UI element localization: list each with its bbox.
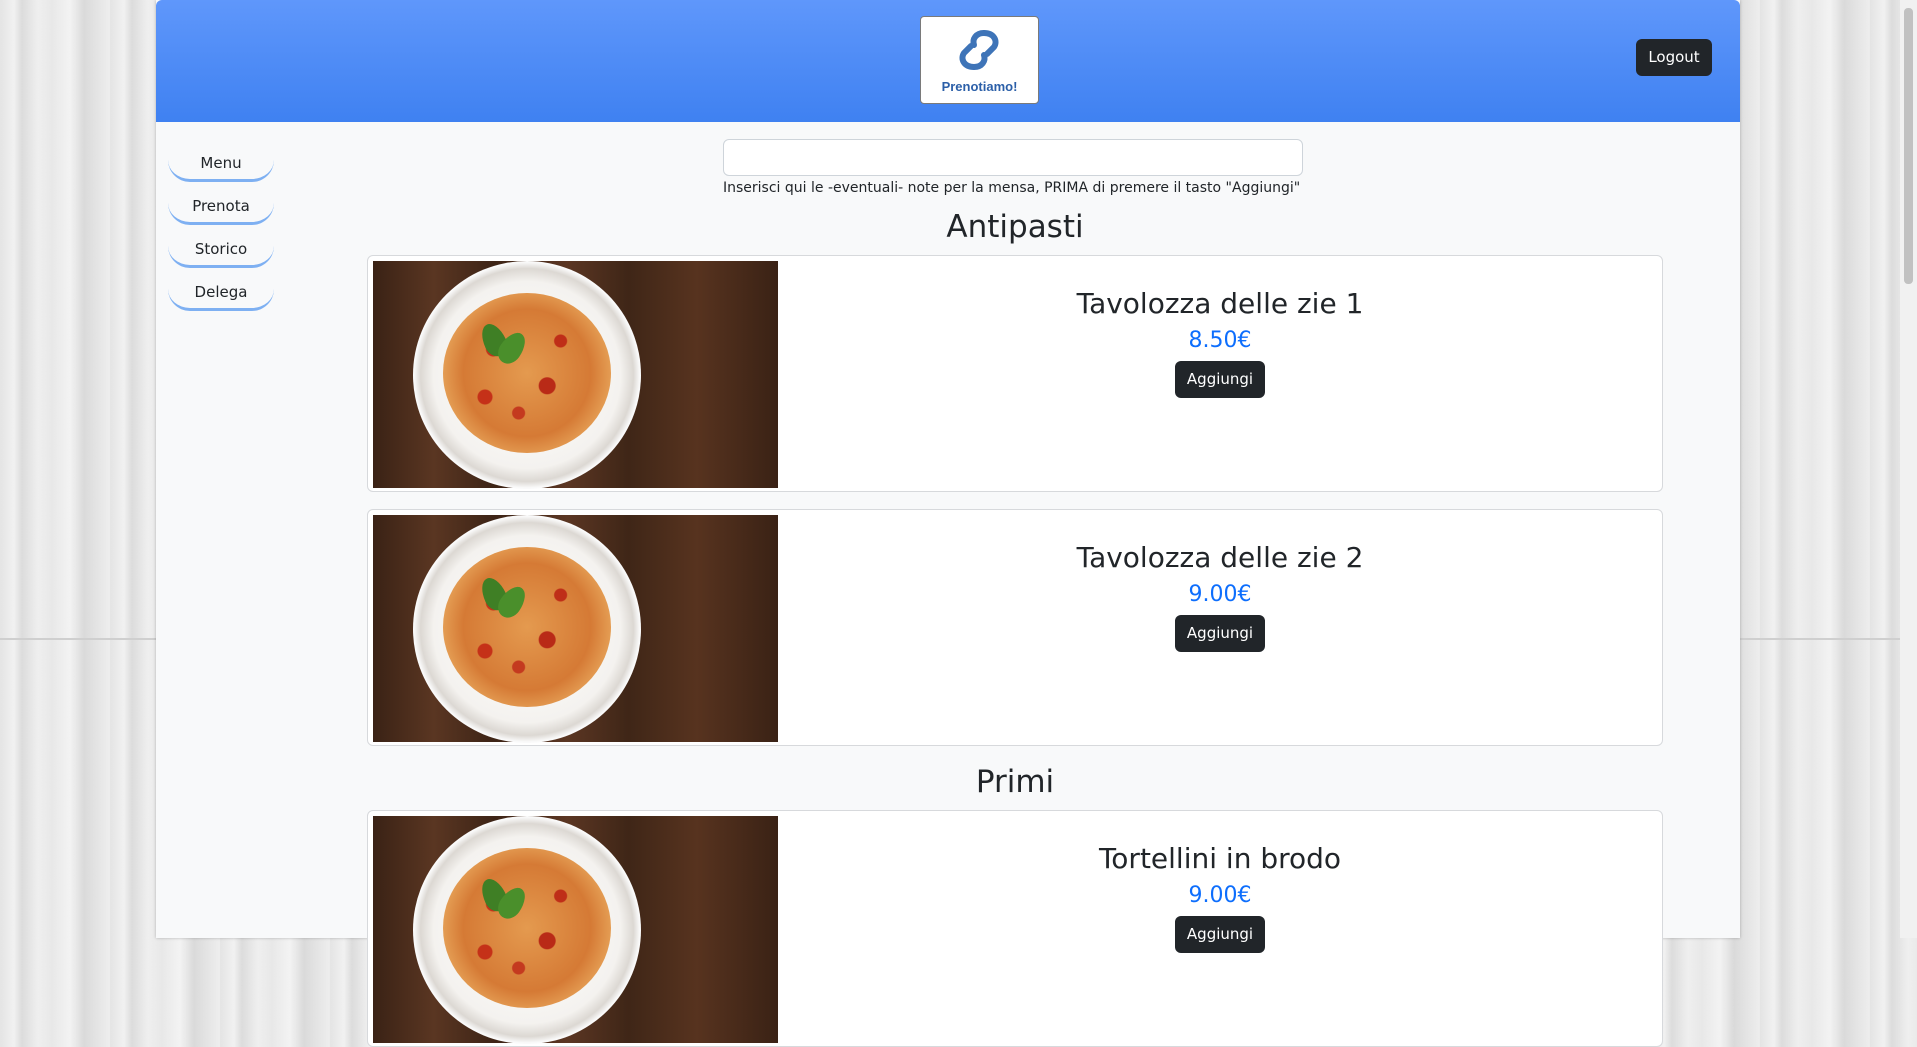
add-button[interactable]: Aggiungi [1175, 361, 1265, 398]
sidebar-item-prenota[interactable]: Prenota [168, 190, 274, 225]
logout-button[interactable]: Logout [1636, 39, 1712, 76]
scrollbar[interactable] [1900, 0, 1917, 938]
dish-image [373, 261, 778, 489]
sidebar: Menu Prenota Storico Delega [168, 147, 278, 319]
header-bar: Prenotiamo! Logout [156, 0, 1740, 122]
section-title-antipasti: Antipasti [946, 209, 1084, 245]
sidebar-item-menu[interactable]: Menu [168, 147, 274, 182]
dish-card: Tavolozza delle zie 2 9.00€ Aggiungi [367, 509, 1663, 746]
plate-image [413, 816, 641, 1044]
pasta-image [443, 293, 611, 453]
plate-image [413, 515, 641, 743]
dish-name: Tortellini in brodo [1098, 842, 1342, 875]
dish-image [373, 515, 778, 743]
page-container: Prenotiamo! Logout Menu Prenota Storico … [156, 0, 1740, 1047]
dish-info: Tavolozza delle zie 2 9.00€ Aggiungi [778, 510, 1662, 652]
dish-price: 9.00€ [1188, 582, 1252, 607]
dish-name: Tavolozza delle zie 2 [1076, 541, 1364, 574]
dish-info: Tortellini in brodo 9.00€ Aggiungi [778, 811, 1662, 953]
add-button[interactable]: Aggiungi [1175, 615, 1265, 652]
dish-card: Tavolozza delle zie 1 8.50€ Aggiungi [367, 255, 1663, 492]
pasta-image [443, 547, 611, 707]
logo-text: Prenotiamo! [941, 79, 1018, 94]
dish-image [373, 816, 778, 1044]
dish-price: 9.00€ [1188, 883, 1252, 908]
dish-card: Tortellini in brodo 9.00€ Aggiungi [367, 810, 1663, 1047]
sidebar-item-delega[interactable]: Delega [168, 276, 274, 311]
dish-info: Tavolozza delle zie 1 8.50€ Aggiungi [778, 256, 1662, 398]
plate-image [413, 261, 641, 489]
notes-input[interactable] [723, 139, 1303, 176]
pasta-image [443, 848, 611, 1008]
dish-name: Tavolozza delle zie 1 [1076, 287, 1364, 320]
add-button[interactable]: Aggiungi [1175, 916, 1265, 953]
section-title-primi: Primi [975, 764, 1055, 800]
logo[interactable]: Prenotiamo! [920, 16, 1039, 104]
chain-link-icon [959, 30, 999, 70]
notes-help-text: Inserisci qui le -eventuali- note per la… [723, 180, 1301, 196]
dish-price: 8.50€ [1188, 328, 1252, 353]
scrollbar-thumb[interactable] [1904, 8, 1913, 284]
sidebar-item-storico[interactable]: Storico [168, 233, 274, 268]
